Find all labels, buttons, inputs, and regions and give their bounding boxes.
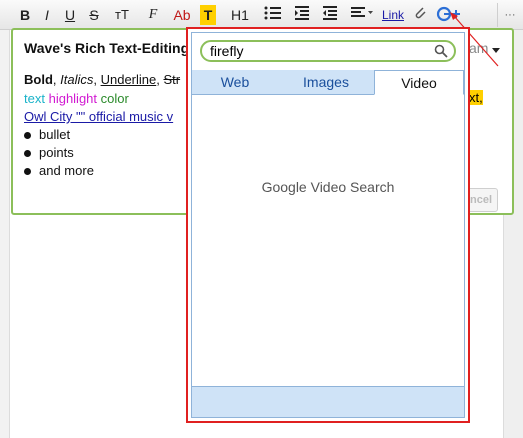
bold-text: Bold [24,72,53,87]
list-item: points [24,145,74,160]
tab-web[interactable]: Web [192,70,278,94]
list-item: and more [24,163,94,178]
separator-text: , [93,72,101,87]
list-item: bullet [24,127,70,142]
list-item-label: points [39,145,74,160]
blip-title: Wave's Rich Text-Editing [24,40,190,56]
tab-images[interactable]: Images [278,70,374,94]
search-popup-highlight: Web Images Video Google Video Search [186,27,470,423]
outdent-button[interactable] [322,5,338,25]
search-tabs: Web Images Video [192,70,464,95]
bold-button[interactable]: B [17,5,33,25]
partial-highlight-text: xt, [469,90,483,105]
outdent-icon [323,6,337,20]
underline-text: Underline [100,72,157,87]
text-color-button[interactable]: Ab [172,5,192,25]
list-item-label: and more [39,163,94,178]
magenta-text: highlight [48,91,98,106]
paperclip-icon [415,7,426,19]
attach-button[interactable] [412,5,428,25]
underline-button[interactable]: U [62,5,78,25]
italic-text: Italics [60,72,94,87]
google-search-popup: Web Images Video Google Video Search [191,32,465,418]
video-link[interactable]: Owl City "" official music v [24,109,173,124]
strike-text: Str [163,72,181,87]
cyan-text: text [24,91,45,106]
green-text: color [100,91,129,106]
align-button[interactable] [350,5,374,25]
search-box[interactable] [200,40,456,62]
font-size-button[interactable]: тT [110,5,134,25]
bullet-list-button[interactable] [264,5,282,25]
italic-button[interactable]: I [40,5,54,25]
align-icon [351,7,373,17]
search-placeholder-message: Google Video Search [261,179,395,195]
strikethrough-button[interactable]: S [86,5,102,25]
highlight-button[interactable]: T [200,5,216,25]
color-line: text highlight color [24,91,129,106]
heading-button[interactable]: H1 [228,5,252,25]
link-button[interactable]: Link [380,5,406,25]
indent-button[interactable] [294,5,310,25]
font-family-button[interactable]: F [143,5,163,25]
search-icon[interactable] [434,44,448,58]
more-options-button[interactable]: ··· [501,5,519,25]
indent-icon [295,6,309,20]
tab-video[interactable]: Video [374,70,464,95]
popup-footer [192,386,464,417]
list-item-label: bullet [39,127,71,142]
formatting-line: Bold, Italics, Underline, Str [24,72,180,87]
list-icon [264,6,281,20]
search-input[interactable] [210,42,430,60]
